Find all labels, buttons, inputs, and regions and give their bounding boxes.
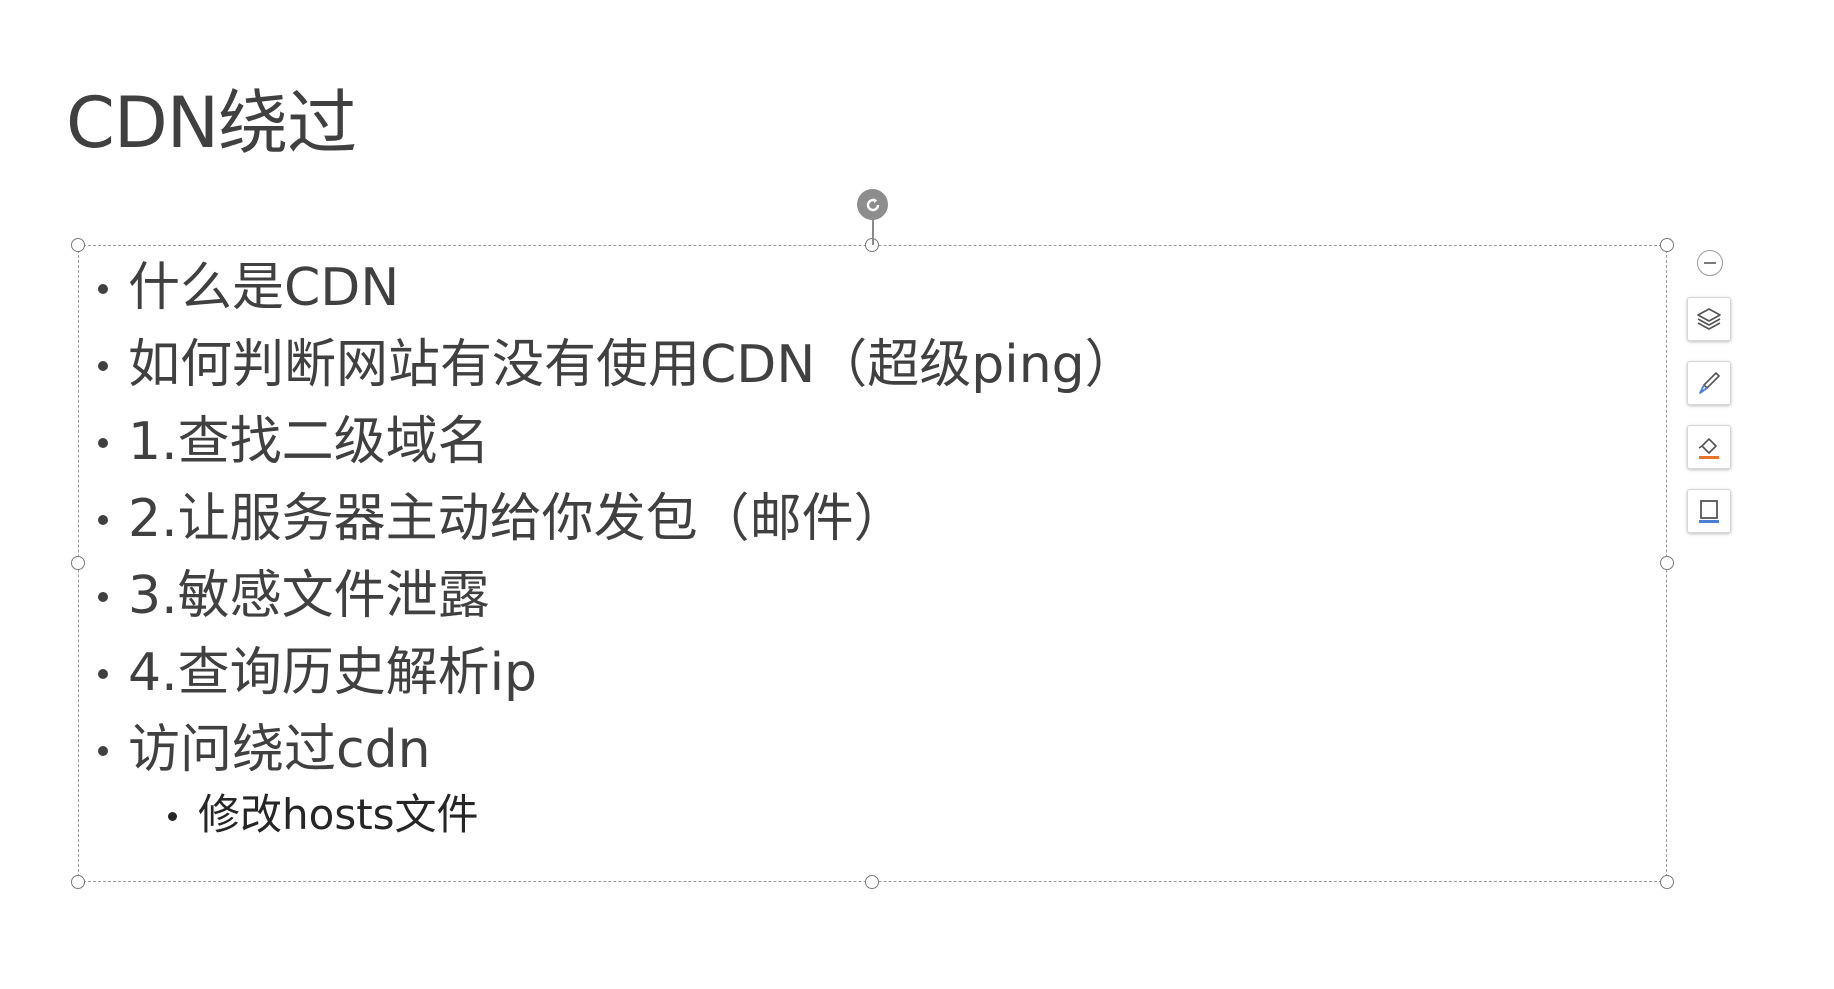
bullet-text: 如何判断网站有没有使用CDN（超级ping） — [128, 335, 1137, 395]
bullet-text: 2.让服务器主动给你发包（邮件） — [128, 489, 906, 549]
resize-handle-top-right[interactable] — [1660, 238, 1674, 252]
collapse-icon — [1704, 262, 1716, 264]
resize-handle-right[interactable] — [1660, 556, 1674, 570]
bullet-dot — [98, 438, 108, 448]
resize-handle-bottom[interactable] — [865, 875, 879, 889]
shape-outline-button[interactable] — [1687, 489, 1731, 533]
resize-handle-top-left[interactable] — [71, 238, 85, 252]
shape-fill-button[interactable] — [1687, 425, 1731, 469]
bullet-text: 3.敏感文件泄露 — [128, 566, 490, 626]
rotate-connector — [872, 218, 874, 245]
bullet-dot — [98, 746, 108, 756]
bullet-item[interactable]: 1.查找二级域名 — [94, 404, 1137, 481]
brush-button[interactable] — [1687, 361, 1731, 405]
bullet-text: 1.查找二级域名 — [128, 412, 490, 472]
resize-handle-bottom-right[interactable] — [1660, 875, 1674, 889]
bullet-text: 访问绕过cdn — [128, 720, 431, 780]
bullet-dot — [98, 669, 108, 679]
resize-handle-left[interactable] — [71, 556, 85, 570]
resize-handle-bottom-left[interactable] — [71, 875, 85, 889]
sub-bullet-text: 修改hosts文件 — [198, 790, 479, 839]
bullet-text: 4.查询历史解析ip — [128, 643, 538, 703]
bullet-dot — [98, 592, 108, 602]
fill-icon — [1698, 438, 1719, 459]
bullet-dot — [98, 361, 108, 371]
brush-icon — [1699, 372, 1720, 394]
bullet-dot — [98, 284, 108, 294]
outline-icon — [1699, 500, 1719, 523]
bullet-item[interactable]: 2.让服务器主动给你发包（邮件） — [94, 481, 1137, 558]
bullet-item[interactable]: 如何判断网站有没有使用CDN（超级ping） — [94, 327, 1137, 404]
collapse-toolbar-button[interactable] — [1697, 250, 1723, 276]
bullet-item[interactable]: 什么是CDN — [94, 250, 1137, 327]
sub-bullet-item[interactable]: 修改hosts文件 — [164, 789, 1137, 841]
bullet-item[interactable]: 3.敏感文件泄露 — [94, 558, 1137, 635]
bullet-dot — [98, 515, 108, 525]
rotate-handle[interactable] — [857, 189, 888, 220]
bullet-list: 什么是CDN 如何判断网站有没有使用CDN（超级ping） 1.查找二级域名 2… — [94, 250, 1137, 841]
bullet-text: 什么是CDN — [128, 258, 400, 318]
layers-button[interactable] — [1687, 297, 1731, 341]
bullet-item[interactable]: 访问绕过cdn — [94, 712, 1137, 789]
slide-canvas: CDN绕过 什么是CDN 如何判断网站有没有使用CDN（超级ping） 1.查找… — [0, 0, 1834, 989]
layers-icon — [1697, 308, 1721, 330]
rotate-icon — [866, 197, 879, 211]
sub-bullet-dot — [168, 812, 177, 821]
slide-title[interactable]: CDN绕过 — [66, 78, 357, 168]
bullet-item[interactable]: 4.查询历史解析ip — [94, 635, 1137, 712]
